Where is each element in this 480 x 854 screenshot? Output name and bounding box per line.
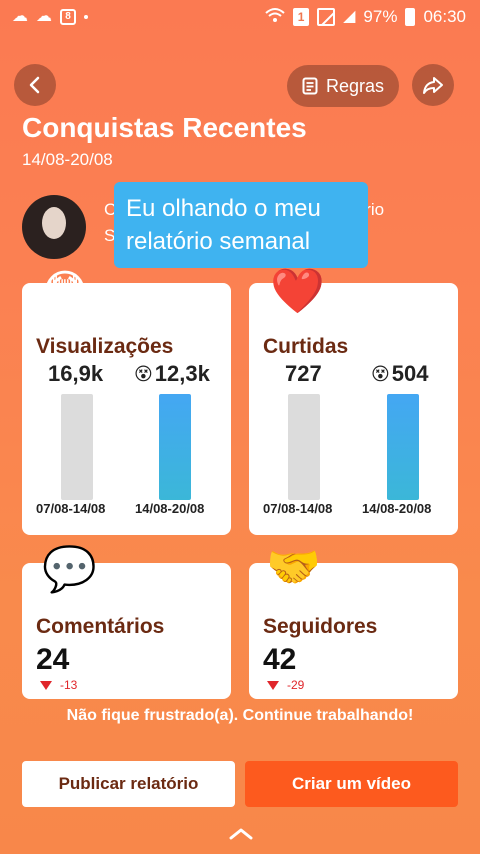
followers-delta-value: -29 [287,678,305,692]
share-button[interactable] [412,64,454,106]
status-left: ☁ ☁ 8 [12,9,88,25]
share-icon [423,77,443,94]
more-notifications-dot [84,15,88,19]
views-bar-current [159,394,191,500]
likes-bar-previous [288,394,320,500]
likes-bar-current [387,394,419,500]
dizzy-face-icon: 😵 [371,363,390,384]
speech-bubble-icon: 💬 [42,545,97,594]
views-prev-label: 07/08-14/08 [36,501,106,516]
views-bar-previous [61,394,93,500]
views-curr-label: 14/08-20/08 [135,501,205,516]
views-curr-value-group: 😵 12,3k [134,361,210,387]
chevron-up-icon[interactable] [228,820,254,846]
document-icon [302,77,318,95]
views-prev-value: 16,9k [48,361,104,386]
clock: 06:30 [423,7,466,26]
status-right: 1 ◢ 97% 06:30 [265,7,466,27]
followers-delta: -29 [267,678,304,692]
likes-curr-value: 504 [391,361,429,386]
flushed-face-icon: 😳 [42,267,88,316]
chevron-left-icon [29,76,40,94]
avatar-face [42,207,66,239]
rules-button[interactable]: Regras [287,65,399,107]
create-video-button[interactable]: Criar um vídeo [245,761,458,807]
comments-delta: -13 [40,678,77,692]
dizzy-face-icon: 😵 [134,363,153,384]
cloud-icon: ☁ [36,8,52,25]
battery-percent: 97% [363,7,398,26]
motivation-message: Não fique frustrado(a). Continue trabalh… [66,707,414,724]
signal-icon [317,8,336,26]
handshake-icon: 🤝 [266,543,321,592]
wifi-icon [265,7,285,27]
likes-prev-label: 07/08-14/08 [263,501,333,516]
likes-card: Curtidas 727 😵 504 07/08-14/08 14/08-20/… [249,283,458,535]
cloud-icon: ☁ [12,8,28,25]
back-button[interactable] [14,64,56,106]
down-triangle-icon [267,680,279,690]
sim-icon: 1 [293,8,310,26]
avatar[interactable] [22,195,86,259]
signal-bars-icon: ◢ [343,8,356,25]
down-triangle-icon [40,680,52,690]
likes-curr-value-group: 😵 504 [371,361,428,387]
status-bar: ☁ ☁ 8 1 ◢ 97% 06:30 [0,0,480,34]
followers-value: 42 [263,643,297,676]
views-card: Visualizações 16,9k 😵 12,3k 07/08-14/08 … [22,283,231,535]
comments-value: 24 [36,643,70,676]
publish-report-button[interactable]: Publicar relatório [22,761,235,807]
views-curr-value: 12,3k [154,361,210,386]
views-title: Visualizações [36,335,174,358]
date-range: 14/08-20/08 [22,150,113,169]
page-title: Conquistas Recentes [22,112,307,143]
battery-icon [405,8,416,26]
likes-prev-value: 727 [285,361,322,386]
comments-title: Comentários [36,615,165,638]
likes-title: Curtidas [263,335,349,358]
likes-curr-label: 14/08-20/08 [362,501,432,516]
comments-delta-value: -13 [60,678,78,692]
rules-label: Regras [325,75,385,96]
heart-icon: ❤️ [270,267,325,316]
overlay-caption: Eu olhando o meu relatório semanal [114,182,368,268]
app-notification-icon: 8 [60,9,76,25]
followers-title: Seguidores [263,615,378,638]
